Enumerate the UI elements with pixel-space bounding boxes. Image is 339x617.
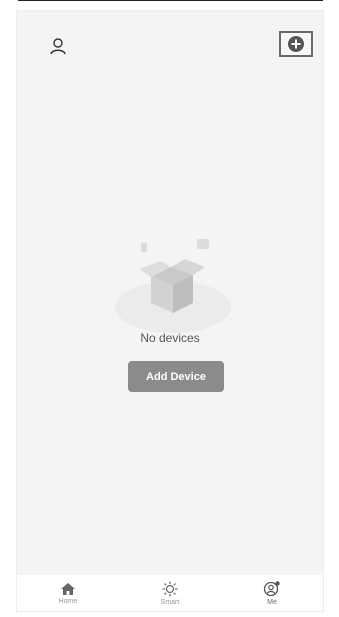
user-icon [50,38,66,55]
home-icon [61,582,75,595]
top-divider [18,0,323,1]
profile-icon [263,580,280,596]
user-button[interactable] [45,33,71,59]
sun-icon [162,581,178,596]
add-device-button[interactable]: Add Device [128,361,224,392]
empty-state-message: No devices [140,331,200,345]
app-screen: No devices Add Device Home Smart Me [16,10,324,612]
tab-me[interactable]: Me [242,580,302,606]
tab-home-label: Home [58,597,78,605]
empty-box-icon [115,239,231,333]
tab-smart-label: Smart [160,598,180,606]
plus-circle-icon [288,36,304,52]
tab-smart[interactable]: Smart [140,581,200,606]
add-button[interactable] [279,31,313,57]
empty-box-illustration [113,237,233,337]
tab-home[interactable]: Home [38,582,98,605]
tab-me-label: Me [267,598,277,606]
tab-bar: Home Smart Me [17,575,323,611]
header [17,23,323,71]
